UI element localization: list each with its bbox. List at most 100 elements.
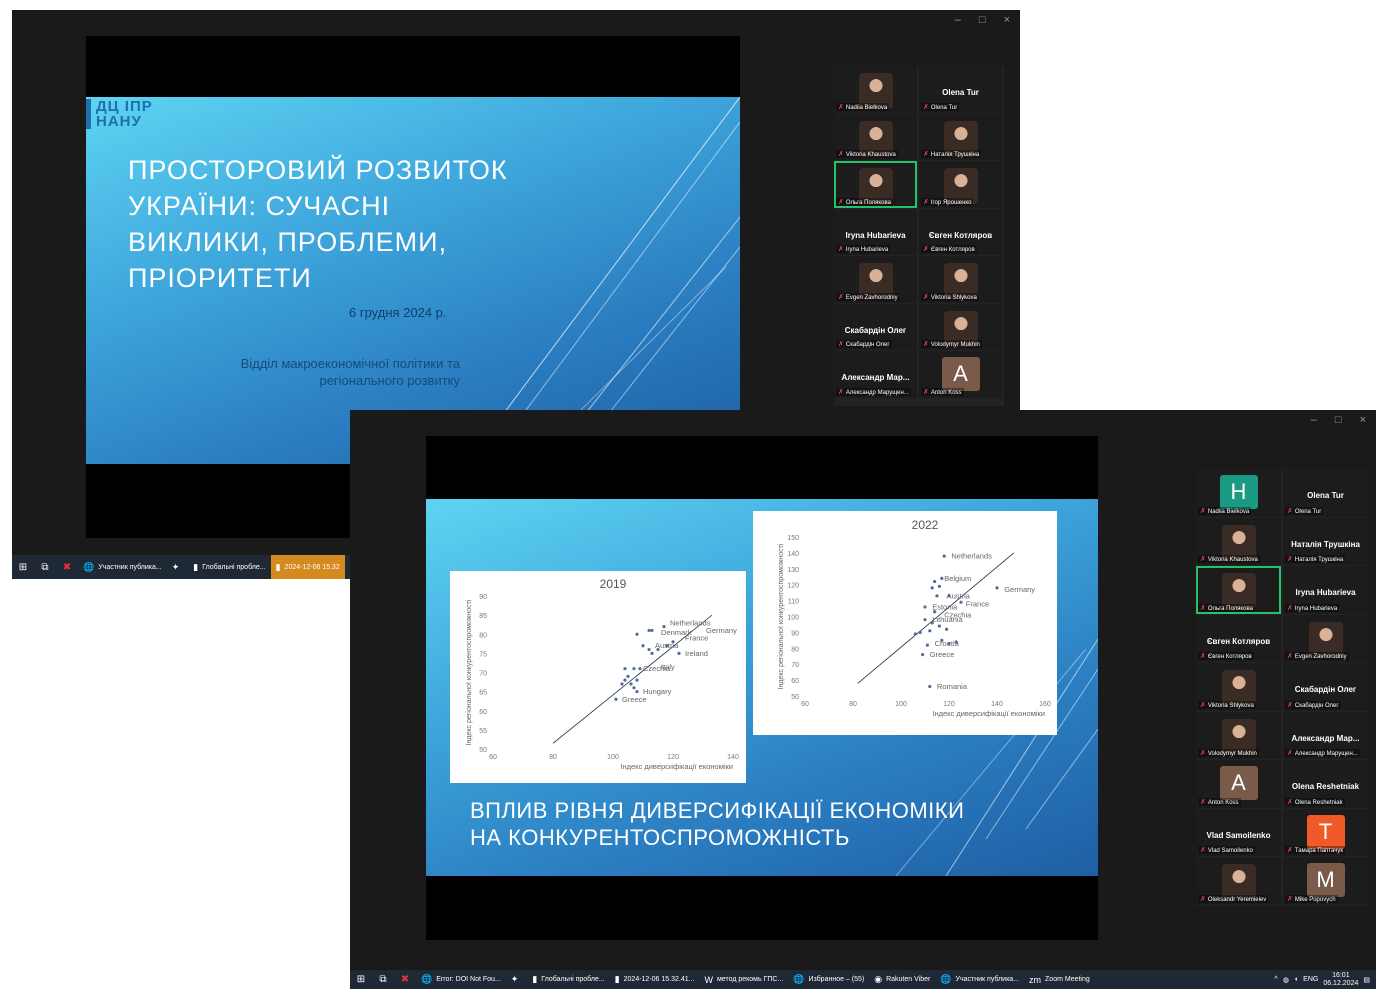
participant-tile[interactable]: ✗ Viktoria Shlykova	[1196, 663, 1281, 711]
participant-tile[interactable]: H ✗ Nadiia Bielkova	[1196, 469, 1281, 517]
participant-label-text: Наталія Трушкіна	[1294, 557, 1344, 563]
app-x-icon[interactable]: ✖	[56, 562, 78, 573]
participant-tile[interactable]: Александр Мар... ✗ Александр Марущен...	[1283, 711, 1368, 759]
participant-tile[interactable]: A ✗ Anton Koss	[1196, 760, 1281, 808]
participant-tile[interactable]: Iryna Hubarieva ✗ Iryna Hubarieva	[834, 208, 917, 255]
participant-tile[interactable]: ✗ Oleksandr Yeremieiev	[1196, 857, 1281, 905]
participant-label-text: Iryna Hubarieva	[1294, 605, 1338, 612]
maximize-button[interactable]: □	[979, 14, 986, 26]
taskbar-item[interactable]: ✦	[506, 974, 528, 985]
participant-tile[interactable]: Наталія Трушкіна ✗ Наталія Трушкіна	[1283, 517, 1368, 565]
title-slide: ДЦ ІПР НАНУ ПРОСТОРОВИЙ РОЗВИТОК УКРАЇНИ…	[86, 97, 740, 464]
participant-label-text: Vlad Samoilenko	[1207, 848, 1253, 854]
taskbar-item[interactable]: 🌐 Участник публика...	[78, 562, 167, 573]
y-tick-label: 85	[479, 613, 487, 620]
participant-tile[interactable]: Євген Котляров ✗ Євген Котляров	[1196, 614, 1281, 662]
close-button[interactable]: ×	[1360, 414, 1366, 426]
participant-name-label: ✗ Скабардін Олег	[1285, 700, 1341, 709]
taskbar-item[interactable]: zm Zoom Meeting	[1024, 975, 1095, 985]
participant-label-text: Olena Tur	[930, 104, 958, 111]
muted-mic-icon: ✗	[923, 151, 929, 158]
participant-tile[interactable]: Александр Мар... ✗ Александр Марущен...	[834, 351, 917, 398]
data-point	[629, 682, 633, 686]
participant-tile[interactable]: Olena Reshetniak ✗ Olena Reshetniak	[1283, 760, 1368, 808]
task-view-icon[interactable]: ⧉	[372, 974, 394, 985]
zoom-window-2: – □ × 2019 50 55 60 65 70 75 80 85 90 60 80 100 120 14…	[350, 410, 1376, 970]
taskbar-item-label: Избранное – (55)	[808, 976, 865, 983]
participant-tile[interactable]: Olena Tur ✗ Olena Tur	[919, 66, 1002, 113]
data-point	[928, 629, 932, 633]
minimize-button[interactable]: –	[1311, 414, 1317, 426]
maximize-button[interactable]: □	[1335, 414, 1342, 426]
participant-tile[interactable]: ✗ Viktoria Shlykova	[919, 256, 1002, 303]
participant-tile[interactable]: ✗ Nadiia Bielkova	[834, 66, 917, 113]
logo-bar	[86, 99, 91, 129]
data-point	[930, 586, 934, 590]
taskbar-item[interactable]: 🌐 Участник публика...	[935, 974, 1024, 985]
participant-tile[interactable]: ✗ Ольга Полякова	[834, 161, 917, 208]
y-axis-label: Індекс регіональної конкурентоспроможнос…	[465, 599, 473, 745]
point-label: Netherlands	[670, 618, 711, 627]
participant-tile[interactable]: ✗ Ольга Полякова	[1196, 566, 1281, 614]
taskbar-item[interactable]: ▮ Глобальні пробле...	[188, 562, 270, 573]
muted-mic-icon: ✗	[1287, 556, 1293, 563]
muted-mic-icon: ✗	[838, 341, 844, 348]
task-view-icon[interactable]: ⧉	[34, 562, 56, 573]
notifications-icon[interactable]: ▤	[1363, 976, 1370, 984]
muted-mic-icon: ✗	[1287, 701, 1293, 709]
taskbar-item[interactable]: ▮ 2024-12-06 15.32.41...	[610, 974, 700, 985]
participant-tile[interactable]: M ✗ Mike Popovych	[1283, 857, 1368, 905]
muted-mic-icon: ✗	[1200, 556, 1206, 563]
avatar: M	[1306, 863, 1345, 897]
participant-tile[interactable]: ✗ Ігор Ярошенко	[919, 161, 1002, 208]
tray-clock[interactable]: 16:01 06.12.2024	[1323, 972, 1358, 988]
participant-tile[interactable]: Vlad Samoilenko ✗ Vlad Samoilenko	[1196, 808, 1281, 856]
taskbar-items: 🌐 Error: DOI Not Fou... ✦ ▮ Глобальні пробле…	[416, 970, 1095, 989]
taskbar-item[interactable]: 🌐 Избранное – (55)	[788, 974, 869, 985]
participant-tile[interactable]: ✗ Viktoria Khaustova	[1196, 517, 1281, 565]
app-x-icon[interactable]: ✖	[394, 974, 416, 985]
minimize-button[interactable]: –	[955, 14, 961, 26]
y-tick-label: 55	[479, 728, 487, 735]
tray-language[interactable]: ENG	[1303, 976, 1318, 983]
participant-tile[interactable]: ✗ Наталія Трушкіна	[919, 113, 1002, 160]
dept-line: регіонального розвитку	[319, 373, 460, 388]
participant-tile[interactable]: ✗ Evgen Zavhorodniy	[834, 256, 917, 303]
participant-tile[interactable]: Скабардін Олег ✗ Скабардін Олег	[1283, 663, 1368, 711]
data-point	[933, 579, 937, 584]
volume-icon[interactable]: ◖	[1294, 976, 1298, 983]
taskbar-item[interactable]: ▮ Глобальні пробле...	[527, 974, 609, 985]
taskbar-item[interactable]: ◉ Rakuten Viber	[869, 974, 935, 985]
taskbar-item[interactable]: ▮ 2024-12-06 15.32	[270, 555, 345, 579]
participant-display-name: Iryna Hubarieva	[845, 230, 906, 240]
scatter-chart-2019: 201950556065707580859060 80 100 120 140Індек…	[465, 577, 739, 771]
network-icon[interactable]: ◍	[1283, 976, 1289, 984]
participant-tile[interactable]: ✗ Evgen Zavhorodniy	[1283, 614, 1368, 662]
x-tick-label: 140	[991, 701, 1003, 708]
close-button[interactable]: ×	[1004, 14, 1010, 26]
taskbar-item[interactable]: 🌐 Error: DOI Not Fou...	[416, 974, 506, 985]
muted-mic-icon: ✗	[838, 246, 844, 253]
y-tick-label: 100	[787, 615, 799, 622]
participant-tile[interactable]: ✗ Viktoria Khaustova	[834, 113, 917, 160]
participant-tile[interactable]: Iryna Hubarieva ✗ Iryna Hubarieva	[1283, 566, 1368, 614]
participant-tile[interactable]: A ✗ Anton Koss	[919, 351, 1002, 398]
windows-start-icon[interactable]: ⊞	[350, 974, 372, 985]
tray-time: 16:01	[1332, 971, 1350, 979]
participant-tile[interactable]: Скабардін Олег ✗ Скабардін Олег	[834, 303, 917, 350]
windows-start-icon[interactable]: ⊞	[12, 562, 34, 573]
taskbar-item[interactable]: Wметод рекомь ГПС...	[699, 975, 788, 985]
data-point	[638, 667, 642, 671]
participant-tile[interactable]: Євген Котляров ✗ Євген Котляров	[919, 208, 1002, 255]
participant-name-label: ✗ Evgen Zavhorodniy	[1285, 652, 1349, 660]
participant-tile[interactable]: T ✗ Тамара Паптачук	[1283, 808, 1368, 856]
data-point	[632, 667, 636, 671]
participant-tile[interactable]: ✗ Volodymyr Mukhin	[919, 303, 1002, 350]
tray-chevron-icon[interactable]: ^	[1275, 976, 1278, 983]
taskbar-item[interactable]: ✦	[167, 562, 189, 573]
participant-tile[interactable]: Olena Tur ✗ Olena Tur	[1283, 469, 1368, 517]
y-tick-label: 75	[479, 651, 487, 658]
participant-tile[interactable]: ✗ Volodymyr Mukhin	[1196, 711, 1281, 759]
title-line: НА КОНКУРЕНТОСПРОМОЖНІСТЬ	[470, 825, 850, 850]
participant-name-label: ✗ Volodymyr Mukhin	[921, 340, 982, 348]
